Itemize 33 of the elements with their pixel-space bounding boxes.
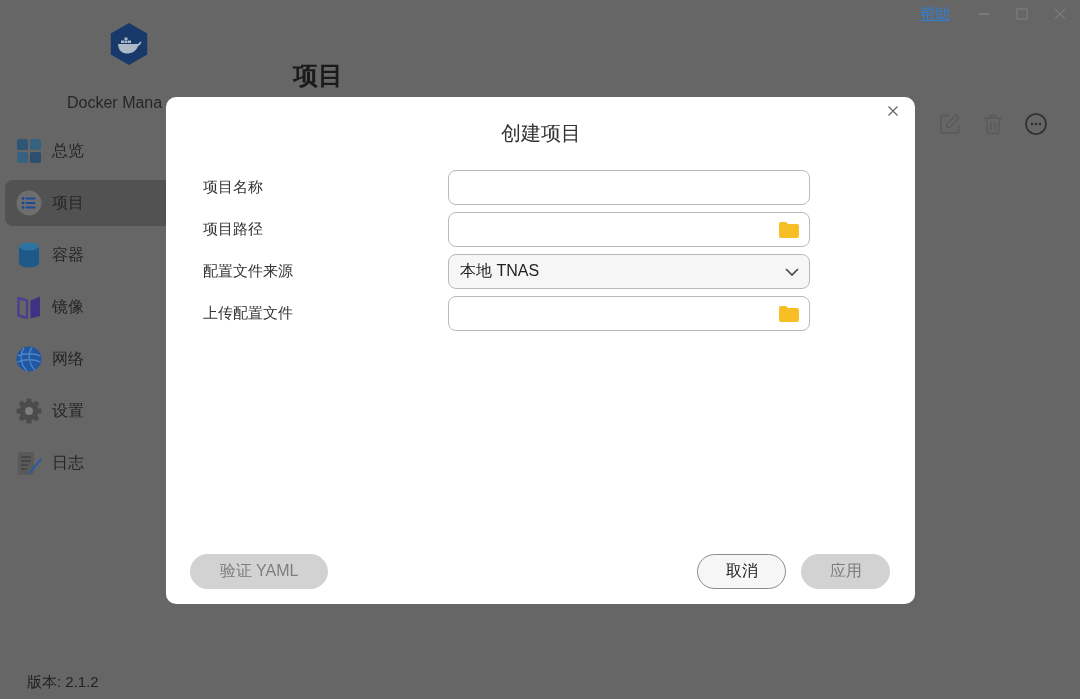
close-icon[interactable] bbox=[888, 106, 898, 116]
help-link[interactable]: 帮助 bbox=[920, 4, 950, 24]
document-pen-icon bbox=[16, 450, 42, 476]
folder-icon[interactable] bbox=[779, 305, 799, 322]
grid-icon bbox=[16, 138, 42, 164]
field-label: 项目路径 bbox=[203, 220, 263, 237]
globe-icon bbox=[16, 346, 42, 372]
chevron-down-icon bbox=[785, 267, 799, 276]
sidebar-item[interactable]: 设置 bbox=[5, 388, 166, 434]
more-icon[interactable] bbox=[1025, 113, 1047, 135]
version-label: 版本: 2.1.2 bbox=[27, 672, 99, 692]
path-field[interactable] bbox=[448, 296, 810, 331]
panels-icon bbox=[16, 294, 42, 320]
app-name: Docker Mana bbox=[67, 93, 163, 113]
list-icon bbox=[16, 190, 42, 216]
page-title: 项目 bbox=[293, 60, 343, 90]
folder-icon[interactable] bbox=[779, 221, 799, 238]
sidebar-item[interactable]: 网络 bbox=[5, 336, 166, 382]
dialog-title: 创建项目 bbox=[500, 121, 581, 146]
dialog-button[interactable]: 取消 bbox=[697, 554, 786, 589]
sidebar-item[interactable]: 容器 bbox=[5, 232, 166, 278]
cylinder-icon bbox=[16, 242, 42, 268]
field-label: 上传配置文件 bbox=[203, 304, 293, 321]
input-field[interactable] bbox=[448, 170, 810, 205]
path-field[interactable] bbox=[448, 212, 810, 247]
sidebar-item[interactable]: 总览 bbox=[5, 128, 166, 174]
settings-icon bbox=[16, 398, 42, 424]
hexagon-logo-icon bbox=[108, 23, 150, 65]
sidebar-item[interactable]: 日志 bbox=[5, 440, 166, 486]
field-label: 配置文件来源 bbox=[203, 262, 293, 279]
sidebar-item[interactable]: 镜像 bbox=[5, 284, 166, 330]
source-select[interactable]: 本地 TNAS bbox=[448, 254, 810, 289]
field-label: 项目名称 bbox=[203, 178, 263, 195]
